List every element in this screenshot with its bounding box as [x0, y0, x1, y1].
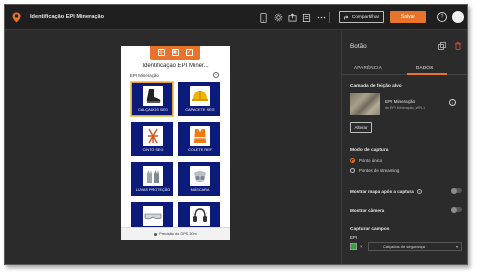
group-label: EPI Mineração [130, 73, 159, 78]
layer-thumbnail [350, 93, 380, 115]
duplicate-icon[interactable] [438, 42, 446, 50]
gloves-icon [143, 166, 163, 186]
layer-card: EPI Mineração de EPI Mineração_WFL1 i [350, 93, 460, 119]
gps-icon [154, 232, 158, 236]
vest-icon [190, 126, 210, 146]
layer-source: de EPI Mineração_WFL1 [385, 106, 426, 110]
radio-unselected[interactable] [350, 168, 355, 173]
field-value-select[interactable]: Calçados de segurança ▾ [368, 242, 462, 251]
image-choice-tile[interactable]: CALÇADOS SEG [130, 81, 174, 117]
show-map-toggle[interactable] [451, 187, 462, 194]
image-choice-tile[interactable]: LUVAS PROTEÇÃO [131, 162, 173, 196]
clipboard-icon[interactable] [301, 12, 312, 23]
capture-mode-label: Modo de captura [350, 148, 389, 153]
tile-label: MÁSCARA [190, 188, 210, 192]
change-layer-button[interactable]: Alterar [350, 122, 372, 133]
show-camera-row: Mostrar câmera [350, 206, 462, 213]
export-icon[interactable] [287, 12, 298, 23]
helmet-icon [190, 86, 210, 106]
settings-icon[interactable] [273, 12, 284, 23]
tab-appearance[interactable]: APARÊNCIA [354, 65, 382, 70]
phone-icon[interactable] [258, 12, 269, 23]
gps-accuracy-text: Precisão do GPS 30m [159, 232, 197, 236]
tile-label: CALÇADOS SEG [138, 108, 168, 112]
gps-accuracy: Precisão do GPS 30m [121, 227, 230, 240]
properties-panel: Botão APARÊNCIA DADOS Camada de feição a… [341, 31, 467, 264]
panel-title: Botão [350, 43, 367, 50]
field-name: EPI [350, 235, 358, 240]
design-canvas: Identificação EPI Miner... EPI Mineração… [5, 31, 340, 264]
delete-question-icon[interactable] [157, 48, 165, 56]
radio-label: Ponto único [359, 158, 383, 163]
tile-label: CINTO SEG [142, 148, 164, 152]
tile-label: LUVAS PROTEÇÃO [135, 188, 171, 192]
toolbar-divider [329, 12, 330, 23]
help-icon[interactable]: ? [437, 12, 447, 22]
tile-label: CAPACETE SEG [185, 108, 215, 112]
collapse-icon[interactable]: ⌃ [213, 72, 219, 78]
radio-single-point[interactable]: Ponto único [350, 158, 382, 163]
more-icon[interactable] [316, 12, 327, 23]
image-choice-tile[interactable]: CINTO SEG [131, 122, 173, 156]
share-button[interactable]: Compartilhar [339, 11, 384, 23]
share-icon [343, 15, 349, 19]
info-icon[interactable]: i [449, 99, 456, 106]
active-tab-indicator [407, 73, 447, 75]
layer-name: EPI Mineração [385, 99, 416, 104]
show-camera-label: Mostrar câmera [350, 208, 385, 213]
radio-label: Pontos de streaming [359, 168, 400, 173]
mask-icon [190, 166, 210, 186]
show-camera-toggle[interactable] [451, 206, 462, 213]
delete-icon[interactable] [454, 42, 462, 50]
top-bar: Identificação EPI Mineração Compartilhar… [5, 5, 467, 30]
image-choice-tile[interactable]: COLETE REF [178, 122, 220, 156]
image-choice-tile[interactable]: MÁSCARA [178, 162, 220, 196]
field-value: Calçados de segurança [383, 244, 426, 249]
tab-data[interactable]: DADOS [416, 65, 433, 70]
radio-selected[interactable] [350, 158, 355, 163]
form-title: Identificação EPI Miner... [142, 63, 209, 69]
survey123-logo-icon [12, 12, 21, 23]
save-button[interactable]: Salvar [390, 11, 426, 23]
show-map-row: Mostrar mapa após a captura? [350, 187, 462, 194]
panel-tabs: APARÊNCIA DADOS [342, 61, 467, 75]
tile-label: COLETE REF [188, 148, 212, 152]
app-title: Identificação EPI Mineração [30, 14, 104, 20]
field-mapping-row: × Calçados de segurança ▾ [350, 242, 462, 252]
goggles-icon [143, 206, 163, 226]
capture-fields-label: Capturar campos [350, 227, 390, 232]
ear-protector-icon [190, 206, 210, 226]
show-map-label: Mostrar mapa após a captura [350, 189, 414, 194]
move-question-icon[interactable] [185, 48, 193, 56]
source-layer-label: Camada de feição alvo [350, 84, 402, 89]
boot-icon [143, 86, 163, 106]
image-choice-tile[interactable]: CAPACETE SEG [178, 82, 220, 116]
share-button-label: Compartilhar [351, 14, 380, 20]
help-icon[interactable]: ? [416, 189, 422, 194]
chevron-down-icon: ▾ [455, 244, 458, 249]
question-toolbar [150, 46, 200, 60]
duplicate-question-icon[interactable] [171, 48, 179, 56]
close-icon[interactable]: × [360, 244, 363, 249]
app-window: Identificação EPI Mineração Compartilhar… [4, 4, 468, 265]
field-swatch[interactable] [350, 243, 357, 250]
radio-streaming[interactable]: Pontos de streaming [350, 168, 399, 173]
user-avatar[interactable] [452, 11, 464, 23]
form-preview: Identificação EPI Miner... EPI Mineração… [121, 46, 230, 240]
harness-icon [143, 126, 163, 146]
